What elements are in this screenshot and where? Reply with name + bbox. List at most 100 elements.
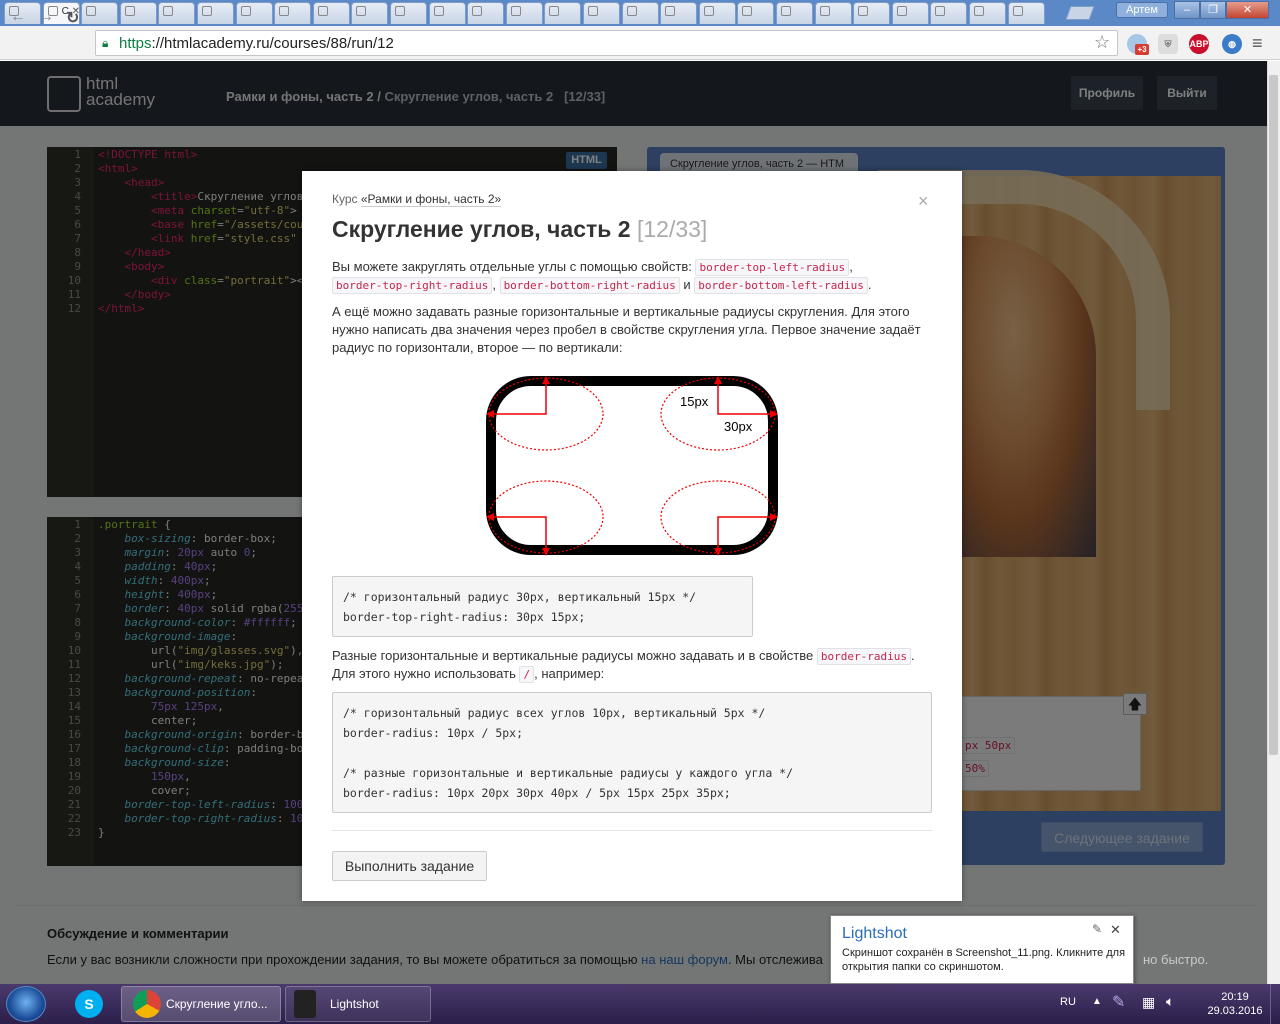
url-path: ://htmlacademy.ru/courses/88/run/12 xyxy=(151,35,394,52)
tab-favicon-icon xyxy=(819,6,830,17)
browser-tab[interactable] xyxy=(621,2,659,24)
browser-tab[interactable] xyxy=(737,2,775,24)
skype-icon[interactable]: S xyxy=(75,990,103,1018)
bookmark-star-icon[interactable]: ☆ xyxy=(1094,32,1110,53)
tab-favicon-icon xyxy=(356,6,367,17)
shield-icon[interactable]: ⛨ xyxy=(1158,34,1178,54)
tab-favicon-icon xyxy=(896,6,907,17)
menu-icon[interactable]: ≡ xyxy=(1252,33,1263,54)
tab-favicon-icon xyxy=(742,6,753,17)
tab-favicon-icon xyxy=(510,6,521,17)
browser-tab[interactable] xyxy=(197,2,234,24)
tab-favicon-icon xyxy=(395,6,405,17)
back-icon[interactable]: ← xyxy=(10,8,26,26)
kw-border-top-left-radius: border-top-left-radius xyxy=(695,259,850,276)
tab-favicon-icon xyxy=(86,6,97,17)
tab-favicon-icon xyxy=(433,6,444,17)
browser-tab[interactable] xyxy=(776,2,813,24)
extension-badge: +3 xyxy=(1135,44,1149,55)
tab-favicon-icon xyxy=(202,6,212,17)
code-example-1: /* горизонтальный радиус 30px, вертикаль… xyxy=(332,576,753,637)
browser-tab[interactable] xyxy=(698,2,736,24)
browser-tab[interactable] xyxy=(891,2,929,24)
run-task-button[interactable]: Выполнить задание xyxy=(332,851,487,881)
show-desktop-button[interactable] xyxy=(1270,984,1280,1024)
reload-icon[interactable]: ↻ xyxy=(66,8,79,28)
lightshot-title: Lightshot xyxy=(842,925,907,942)
scrollbar-thumb[interactable] xyxy=(1269,75,1278,755)
lightshot-app-icon xyxy=(294,990,316,1018)
windows-start-icon[interactable] xyxy=(6,986,46,1022)
language-indicator[interactable]: RU xyxy=(1060,996,1076,1008)
browser-tab[interactable] xyxy=(235,2,273,24)
tab-favicon-icon xyxy=(317,6,328,17)
browser-tab[interactable] xyxy=(660,2,698,24)
browser-tab[interactable] xyxy=(505,2,543,24)
clock[interactable]: 20:19 29.03.2016 xyxy=(1203,990,1267,1018)
browser-tab[interactable] xyxy=(814,2,852,24)
browser-tab[interactable] xyxy=(274,2,312,24)
url-text[interactable]: https://htmlacademy.ru/courses/88/run/12 xyxy=(119,35,394,52)
diagram-label-horizontal: 30px xyxy=(724,419,753,434)
minimize-button[interactable]: – xyxy=(1174,1,1200,19)
volume-icon[interactable]: 🔈︎ xyxy=(1166,993,1174,1010)
tab-favicon-icon xyxy=(974,6,984,17)
diagram-label-vertical: 15px xyxy=(680,394,709,409)
adblock-icon[interactable]: ABP xyxy=(1189,34,1209,54)
tab-favicon-icon xyxy=(124,6,135,17)
browser-tab[interactable] xyxy=(428,2,466,24)
browser-tab[interactable] xyxy=(119,2,157,24)
clock-date: 29.03.2016 xyxy=(1207,1005,1263,1017)
kw-border-radius: border-radius xyxy=(816,648,911,665)
pin-icon[interactable]: ✎ xyxy=(1092,922,1102,936)
tab-favicon-icon xyxy=(588,6,598,17)
lock-icon: 🔒︎ xyxy=(102,36,109,50)
profile-switcher[interactable]: Артем xyxy=(1116,2,1168,18)
maximize-button[interactable]: ❐ xyxy=(1200,1,1226,19)
network-icon[interactable]: ▦ xyxy=(1142,994,1155,1011)
tab-favicon-icon xyxy=(163,6,174,17)
lightshot-message[interactable]: Скриншот сохранён в Screenshot_11.png. К… xyxy=(842,946,1126,974)
globe-icon[interactable]: ◍ xyxy=(1222,34,1242,54)
paragraph-1: Вы можете закруглять отдельные углы с по… xyxy=(332,259,872,294)
modal-title-progress: [12/33] xyxy=(636,216,708,242)
tab-favicon-icon xyxy=(279,6,290,17)
new-tab-button[interactable] xyxy=(1065,6,1095,20)
modal-title-text: Скругление углов, часть 2 xyxy=(332,216,631,242)
course-label: Курс «Рамки и фоны, часть 2» xyxy=(332,192,502,207)
discussion-text-end: но быстро. xyxy=(1143,952,1209,967)
browser-tab[interactable] xyxy=(544,2,582,24)
browser-tab[interactable] xyxy=(969,2,1006,24)
p3-text-b: Для этого нужно использовать xyxy=(332,666,516,681)
browser-tab[interactable] xyxy=(81,2,119,24)
browser-tab[interactable] xyxy=(312,2,350,24)
tab-favicon-icon xyxy=(665,6,676,17)
tab-favicon-icon xyxy=(549,6,560,17)
kw-slash: / xyxy=(519,666,535,683)
p3-text-c: , например: xyxy=(534,666,605,681)
browser-tab[interactable] xyxy=(158,2,196,24)
browser-tab[interactable] xyxy=(467,2,505,24)
divider xyxy=(332,830,932,831)
browser-tab[interactable] xyxy=(930,2,968,24)
url-scheme: https xyxy=(119,35,152,52)
lightshot-tray-icon[interactable]: ✎ xyxy=(1112,992,1125,1012)
kw-border-bottom-left-radius: border-bottom-left-radius xyxy=(694,277,868,294)
browser-tab[interactable] xyxy=(1007,2,1045,24)
browser-tab[interactable] xyxy=(390,2,427,24)
tab-favicon-icon xyxy=(472,6,483,17)
browser-tab[interactable] xyxy=(853,2,891,24)
kw-border-top-right-radius: border-top-right-radius xyxy=(332,277,493,294)
diagram-rounded-box xyxy=(486,376,778,555)
course-link[interactable]: «Рамки и фоны, часть 2» xyxy=(360,192,502,207)
lightshot-close-icon[interactable]: ✕ xyxy=(1110,922,1121,938)
browser-tab[interactable] xyxy=(351,2,389,24)
browser-tab[interactable] xyxy=(583,2,620,24)
window-close-button[interactable]: ✕ xyxy=(1226,1,1269,19)
modal-title: Скругление углов, часть 2 [12/33] xyxy=(332,216,707,243)
tab-favicon-icon xyxy=(626,6,637,17)
forward-icon[interactable]: → xyxy=(38,8,54,26)
close-icon[interactable]: × xyxy=(918,191,929,212)
tray-arrow-icon[interactable]: ▲ xyxy=(1092,996,1102,1007)
course-prefix: Курс xyxy=(332,192,361,206)
